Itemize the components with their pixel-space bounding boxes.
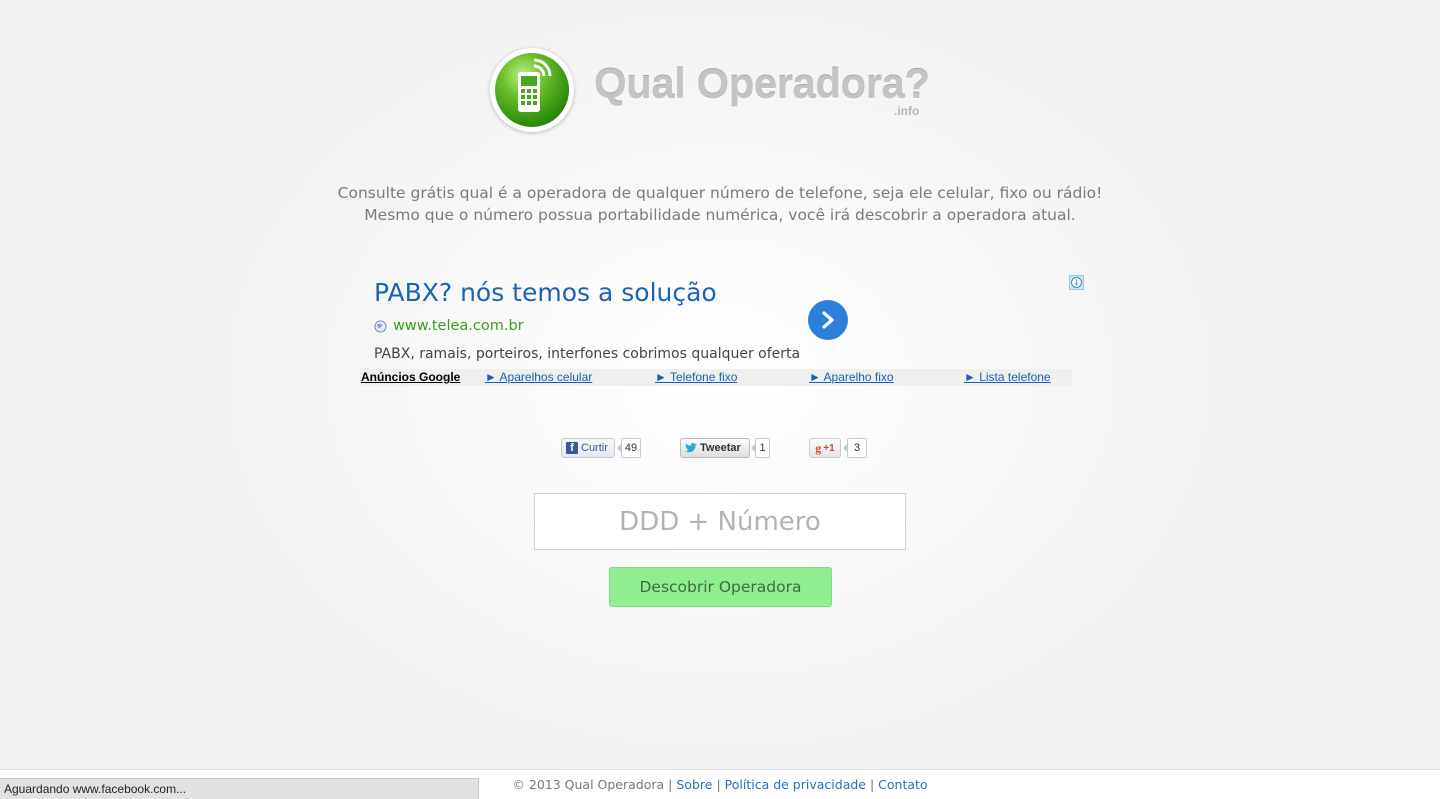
chevron-right-icon <box>822 311 834 329</box>
facebook-like-button[interactable]: f Curtir <box>561 438 615 458</box>
ad-url-text: www.telea.com.br <box>393 318 524 334</box>
logo-title: Qual Operadora? <box>594 60 930 107</box>
footer-separator: | <box>869 777 875 792</box>
ad-link-aparelhos-celular[interactable]: ► Aparelhos celular <box>485 370 592 384</box>
facebook-like-widget[interactable]: f Curtir 49 <box>561 438 643 460</box>
ad-link-telefone-fixo[interactable]: ► Telefone fixo <box>655 370 737 384</box>
footer-link-privacidade[interactable]: Política de privacidade <box>725 777 866 792</box>
facebook-like-count: 49 <box>617 438 641 458</box>
description-line-1: Consulte grátis qual é a operadora de qu… <box>337 184 1103 202</box>
footer-link-contato[interactable]: Contato <box>878 777 927 792</box>
ad-title[interactable]: PABX? nós temos a solução <box>374 278 717 307</box>
ad-link-lista-telefone[interactable]: ► Lista telefone <box>964 370 1051 384</box>
footer-copyright: © 2013 Qual Operadora <box>512 777 665 792</box>
ad-body: PABX, ramais, porteiros, interfones cobr… <box>374 346 801 362</box>
google-ad[interactable]: PABX? nós temos a solução www.telea.com.… <box>360 274 1086 370</box>
gplus-icon: g <box>815 440 822 455</box>
gplus-button[interactable]: g +1 <box>809 438 841 458</box>
logo-suffix: .info <box>894 104 920 118</box>
site-logo[interactable]: Qual Operadora? .info <box>490 48 960 134</box>
ad-link-aparelho-fixo[interactable]: ► Aparelho fixo <box>809 370 894 384</box>
gplus-count: 3 <box>843 438 867 458</box>
facebook-icon: f <box>566 442 578 454</box>
phone-number-input[interactable] <box>534 493 906 550</box>
ad-info-icon[interactable] <box>1069 275 1084 290</box>
footer-link-sobre[interactable]: Sobre <box>676 777 712 792</box>
tweet-label: Tweetar <box>700 442 741 454</box>
twitter-widget[interactable]: Tweetar 1 <box>680 438 772 460</box>
tweet-button[interactable]: Tweetar <box>680 438 750 458</box>
browser-status-bar: Aguardando www.facebook.com... <box>0 778 479 799</box>
cellphone-signal-icon <box>490 48 574 132</box>
discover-operator-button[interactable]: Descobrir Operadora <box>609 567 832 607</box>
ad-url[interactable]: www.telea.com.br <box>374 318 524 334</box>
description-line-2: Mesmo que o número possua portabilidade … <box>364 206 1076 224</box>
ad-links-bar: Anúncios Google ► Aparelhos celular ► Te… <box>360 369 1072 386</box>
gplus-widget[interactable]: g +1 3 <box>809 438 871 460</box>
tweet-count: 1 <box>751 438 770 458</box>
twitter-bird-icon <box>685 443 697 453</box>
footer-separator: | <box>716 777 721 792</box>
facebook-like-label: Curtir <box>581 442 608 454</box>
site-description: Consulte grátis qual é a operadora de qu… <box>300 182 1140 226</box>
footer-separator: | <box>668 777 673 792</box>
globe-icon <box>374 319 387 333</box>
ad-links-label[interactable]: Anúncios Google <box>361 370 460 384</box>
ad-arrow-button[interactable] <box>808 300 848 340</box>
gplus-label: +1 <box>823 442 835 454</box>
